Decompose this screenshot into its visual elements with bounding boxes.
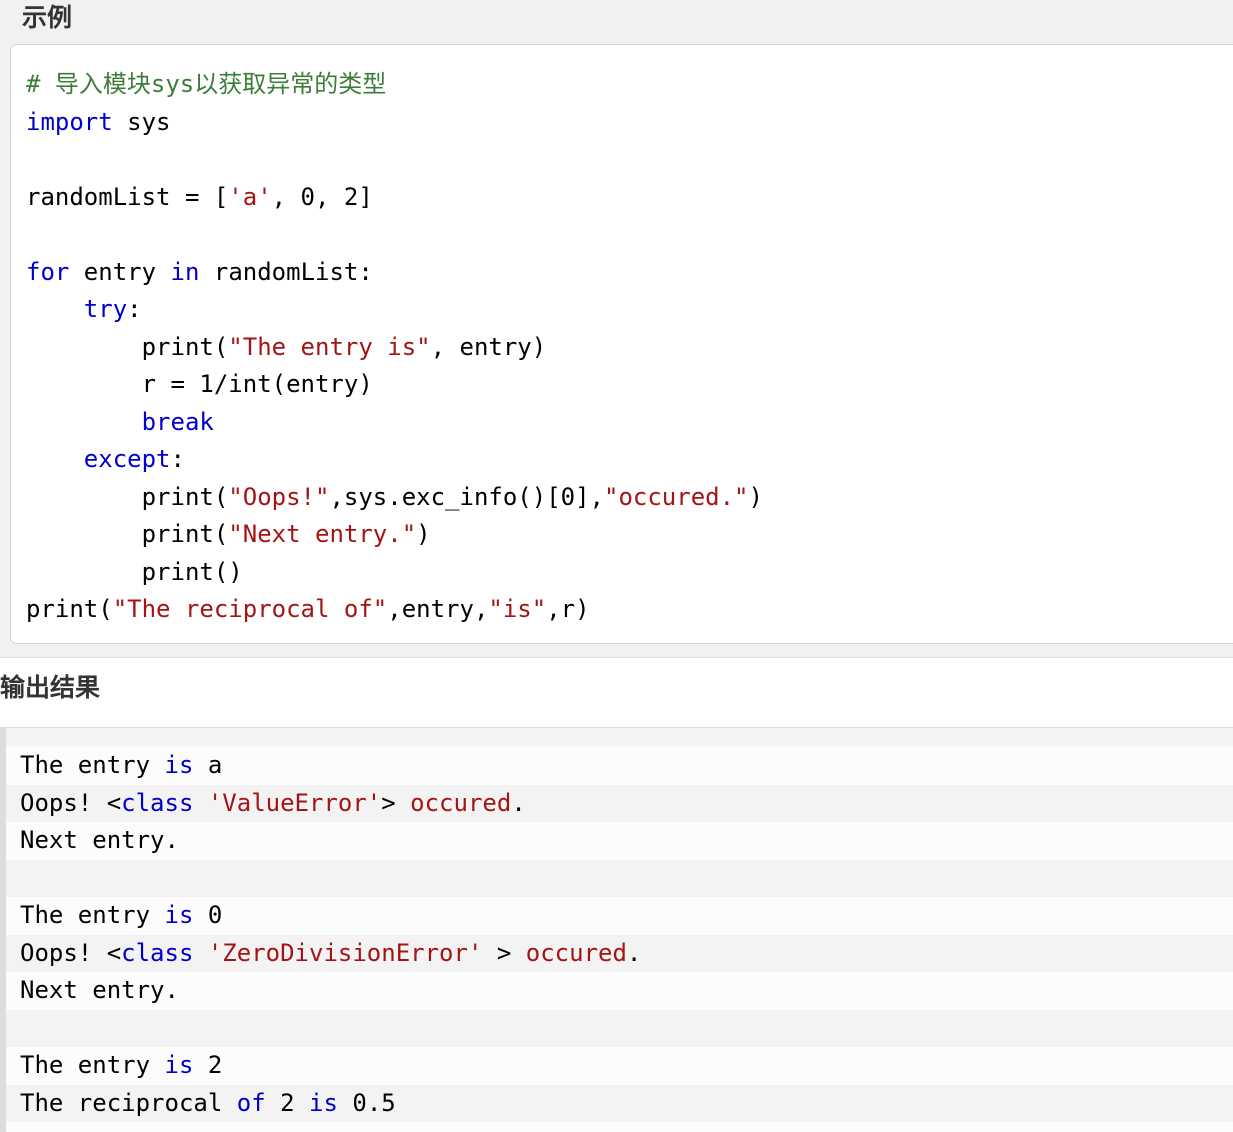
code-token: ) — [416, 520, 431, 548]
output-top-padding — [6, 728, 1233, 747]
code-lines: # 导入模块sys以获取异常的类型 import sys randomList = … — [26, 66, 1233, 629]
code-token: # 导入模块sys以获取异常的类型 — [26, 70, 387, 98]
output-token: of — [236, 1088, 266, 1117]
output-line: Oops! <class 'ZeroDivisionError' > occur… — [6, 934, 1233, 972]
code-line: break — [26, 404, 1233, 442]
code-token: ,r) — [546, 595, 590, 623]
code-token: "The reciprocal of" — [112, 595, 388, 623]
code-token: 'a' — [228, 182, 272, 211]
code-token: print( — [26, 332, 229, 361]
code-line: for entry in randomList: — [26, 254, 1233, 292]
output-token — [193, 789, 207, 817]
code-line: # 导入模块sys以获取异常的类型 — [26, 66, 1233, 104]
code-token: "Next entry." — [228, 520, 417, 548]
code-token: randomList = [ — [26, 182, 229, 211]
code-token: ,entry, — [387, 595, 489, 623]
output-line: Oops! <class 'ValueError'> occured. — [6, 784, 1233, 822]
output-token: a — [193, 751, 223, 779]
output-line: The entry is a — [6, 747, 1233, 785]
output-token: Oops! < — [20, 938, 122, 967]
code-token: randomList: — [199, 257, 373, 286]
code-token: break — [141, 407, 214, 436]
code-token: : — [170, 445, 185, 473]
output-lines: The entry is a Oops! <class 'ValueError'>… — [6, 747, 1233, 1122]
output-line: The reciprocal of 2 is 0.5 — [6, 1084, 1233, 1122]
output-line — [6, 1009, 1233, 1047]
output-token: occured — [410, 788, 512, 817]
output-line: The entry is 0 — [6, 897, 1233, 935]
code-token: print() — [26, 557, 243, 586]
code-token: print( — [26, 482, 229, 511]
code-line: print("The entry is", entry) — [26, 329, 1233, 367]
output-token: 0 — [193, 901, 223, 929]
code-token: "The entry is" — [228, 332, 431, 361]
example-heading: 示例 — [22, 3, 73, 32]
output-token: The entry — [20, 751, 165, 779]
output-heading: 输出结果 — [0, 673, 101, 702]
output-token: > — [482, 938, 526, 967]
output-token: occured — [525, 938, 627, 967]
code-token: "Oops!" — [228, 482, 330, 511]
code-token: print( — [26, 520, 229, 548]
output-token: 2 — [265, 1088, 310, 1117]
output-token: . — [511, 788, 526, 817]
output-token: Next entry. — [20, 826, 179, 854]
code-token: ) — [748, 482, 763, 511]
code-line: print("Next entry.") — [26, 516, 1233, 554]
output-token: is — [164, 751, 194, 779]
code-token: , 0, 2] — [271, 182, 373, 211]
code-token: entry — [69, 257, 171, 286]
code-line: randomList = ['a', 0, 2] — [26, 179, 1233, 217]
output-token: Next entry. — [20, 976, 179, 1004]
code-token: "occured." — [604, 482, 749, 511]
code-line: print() — [26, 554, 1233, 592]
code-line: except: — [26, 441, 1233, 479]
output-token: > — [381, 788, 411, 817]
code-token: import — [26, 107, 113, 136]
code-token: : — [127, 295, 142, 323]
output-token: The reciprocal — [20, 1088, 237, 1117]
code-line: import sys — [26, 104, 1233, 142]
output-token: 0.5 — [337, 1088, 396, 1117]
code-token: print( — [26, 595, 113, 623]
output-token: class — [121, 788, 194, 817]
code-token: for — [26, 257, 70, 286]
code-token: "is" — [488, 595, 547, 623]
code-token: r = 1/int(entry) — [26, 370, 373, 398]
code-block: # 导入模块sys以获取异常的类型 import sys randomList = … — [10, 44, 1233, 644]
output-line: Next entry. — [6, 972, 1233, 1010]
output-token — [193, 939, 207, 967]
output-token: is — [164, 1051, 194, 1079]
output-token: . — [626, 938, 642, 967]
code-token: sys — [112, 107, 171, 136]
output-line — [6, 859, 1233, 897]
output-token: The entry — [20, 901, 165, 929]
code-token: except — [83, 445, 171, 473]
code-line: try: — [26, 291, 1233, 329]
code-token: try — [83, 295, 128, 323]
output-token: class — [121, 938, 194, 967]
output-line: Next entry. — [6, 822, 1233, 860]
code-line: print("The reciprocal of",entry,"is",r) — [26, 591, 1233, 629]
output-token: 'ZeroDivisionError' — [207, 938, 483, 967]
output-token: is — [309, 1088, 338, 1117]
output-token: 2 — [193, 1051, 223, 1079]
code-line: print("Oops!",sys.exc_info()[0],"occured… — [26, 479, 1233, 517]
code-token: in — [170, 257, 200, 286]
code-token: ,sys.exc_info()[0], — [329, 482, 604, 511]
output-line: The entry is 2 — [6, 1047, 1233, 1085]
output-block: The entry is a Oops! <class 'ValueError'>… — [0, 727, 1233, 1132]
output-token: The entry — [20, 1051, 165, 1079]
code-token: , entry) — [430, 332, 547, 361]
output-token: is — [164, 901, 194, 929]
code-line: r = 1/int(entry) — [26, 366, 1233, 404]
output-token: 'ValueError' — [207, 788, 382, 817]
output-token: Oops! < — [20, 788, 122, 817]
example-section: 示例 # 导入模块sys以获取异常的类型 import sys randomList… — [0, 0, 1233, 658]
